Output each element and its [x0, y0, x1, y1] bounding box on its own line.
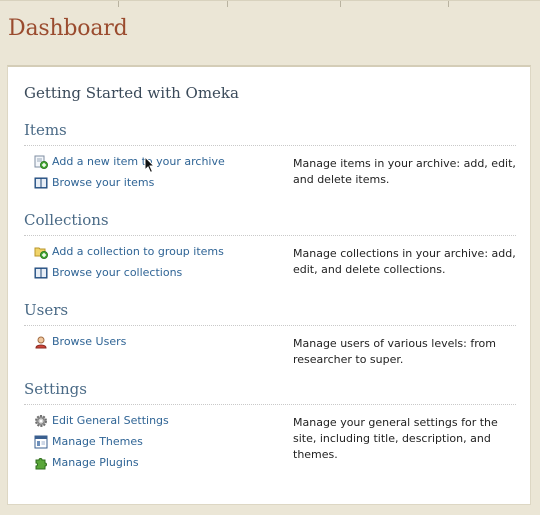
puzzle-icon: [35, 457, 47, 469]
nav-divider: [118, 1, 119, 7]
gear-icon: [35, 414, 47, 427]
top-nav-bar: [0, 0, 540, 7]
browse-items-link[interactable]: Browse your items: [34, 172, 284, 193]
page-title: Dashboard: [8, 16, 128, 41]
section-heading-settings: Settings: [24, 380, 516, 405]
mouse-pointer-icon: [144, 156, 156, 174]
getting-started-panel: Getting Started with Omeka Items Add a n…: [7, 65, 531, 505]
nav-divider: [227, 1, 228, 7]
settings-links: Edit General Settings Manage Themes Mana…: [34, 410, 284, 473]
browse-items-link-label: Browse your items: [52, 176, 155, 189]
add-item-link[interactable]: Add a new item to your archive: [34, 151, 284, 172]
settings-section: Settings Edit General Settings Manage Th…: [24, 380, 516, 469]
browse-users-link-label: Browse Users: [52, 335, 127, 348]
items-links: Add a new item to your archive Browse yo…: [34, 151, 284, 193]
add-folder-icon: [34, 247, 48, 259]
book-icon: [34, 267, 48, 278]
section-heading-users: Users: [24, 301, 516, 326]
collections-description: Manage collections in your archive: add,…: [293, 247, 516, 276]
add-collection-link[interactable]: Add a collection to group items: [34, 241, 284, 262]
browse-collections-link[interactable]: Browse your collections: [34, 262, 284, 283]
manage-plugins-link[interactable]: Manage Plugins: [34, 452, 284, 473]
add-item-link-label: Add a new item to your archive: [52, 155, 225, 168]
section-heading-items: Items: [24, 121, 516, 146]
edit-general-settings-link[interactable]: Edit General Settings: [34, 410, 284, 431]
user-icon: [35, 336, 47, 348]
items-section: Items Add a new item to your archive Bro…: [24, 121, 516, 189]
nav-divider: [448, 1, 449, 7]
settings-description: Manage your general settings for the sit…: [293, 416, 498, 461]
panel-title: Getting Started with Omeka: [24, 84, 239, 102]
items-description: Manage items in your archive: add, edit,…: [293, 157, 516, 186]
edit-general-settings-label: Edit General Settings: [52, 414, 169, 427]
manage-themes-label: Manage Themes: [52, 435, 143, 448]
manage-plugins-label: Manage Plugins: [52, 456, 139, 469]
nav-divider: [340, 1, 341, 7]
collections-links: Add a collection to group items Browse y…: [34, 241, 284, 283]
browse-users-link[interactable]: Browse Users: [34, 331, 284, 352]
book-icon: [34, 177, 48, 188]
users-links: Browse Users: [34, 331, 284, 352]
browse-collections-link-label: Browse your collections: [52, 266, 183, 279]
users-description: Manage users of various levels: from res…: [293, 337, 496, 366]
collections-section: Collections Add a collection to group it…: [24, 211, 516, 279]
add-collection-link-label: Add a collection to group items: [52, 245, 224, 258]
section-heading-collections: Collections: [24, 211, 516, 236]
add-item-icon: [34, 155, 48, 169]
theme-icon: [34, 435, 48, 448]
users-section: Users Browse Users Manage users of vario…: [24, 301, 516, 366]
manage-themes-link[interactable]: Manage Themes: [34, 431, 284, 452]
